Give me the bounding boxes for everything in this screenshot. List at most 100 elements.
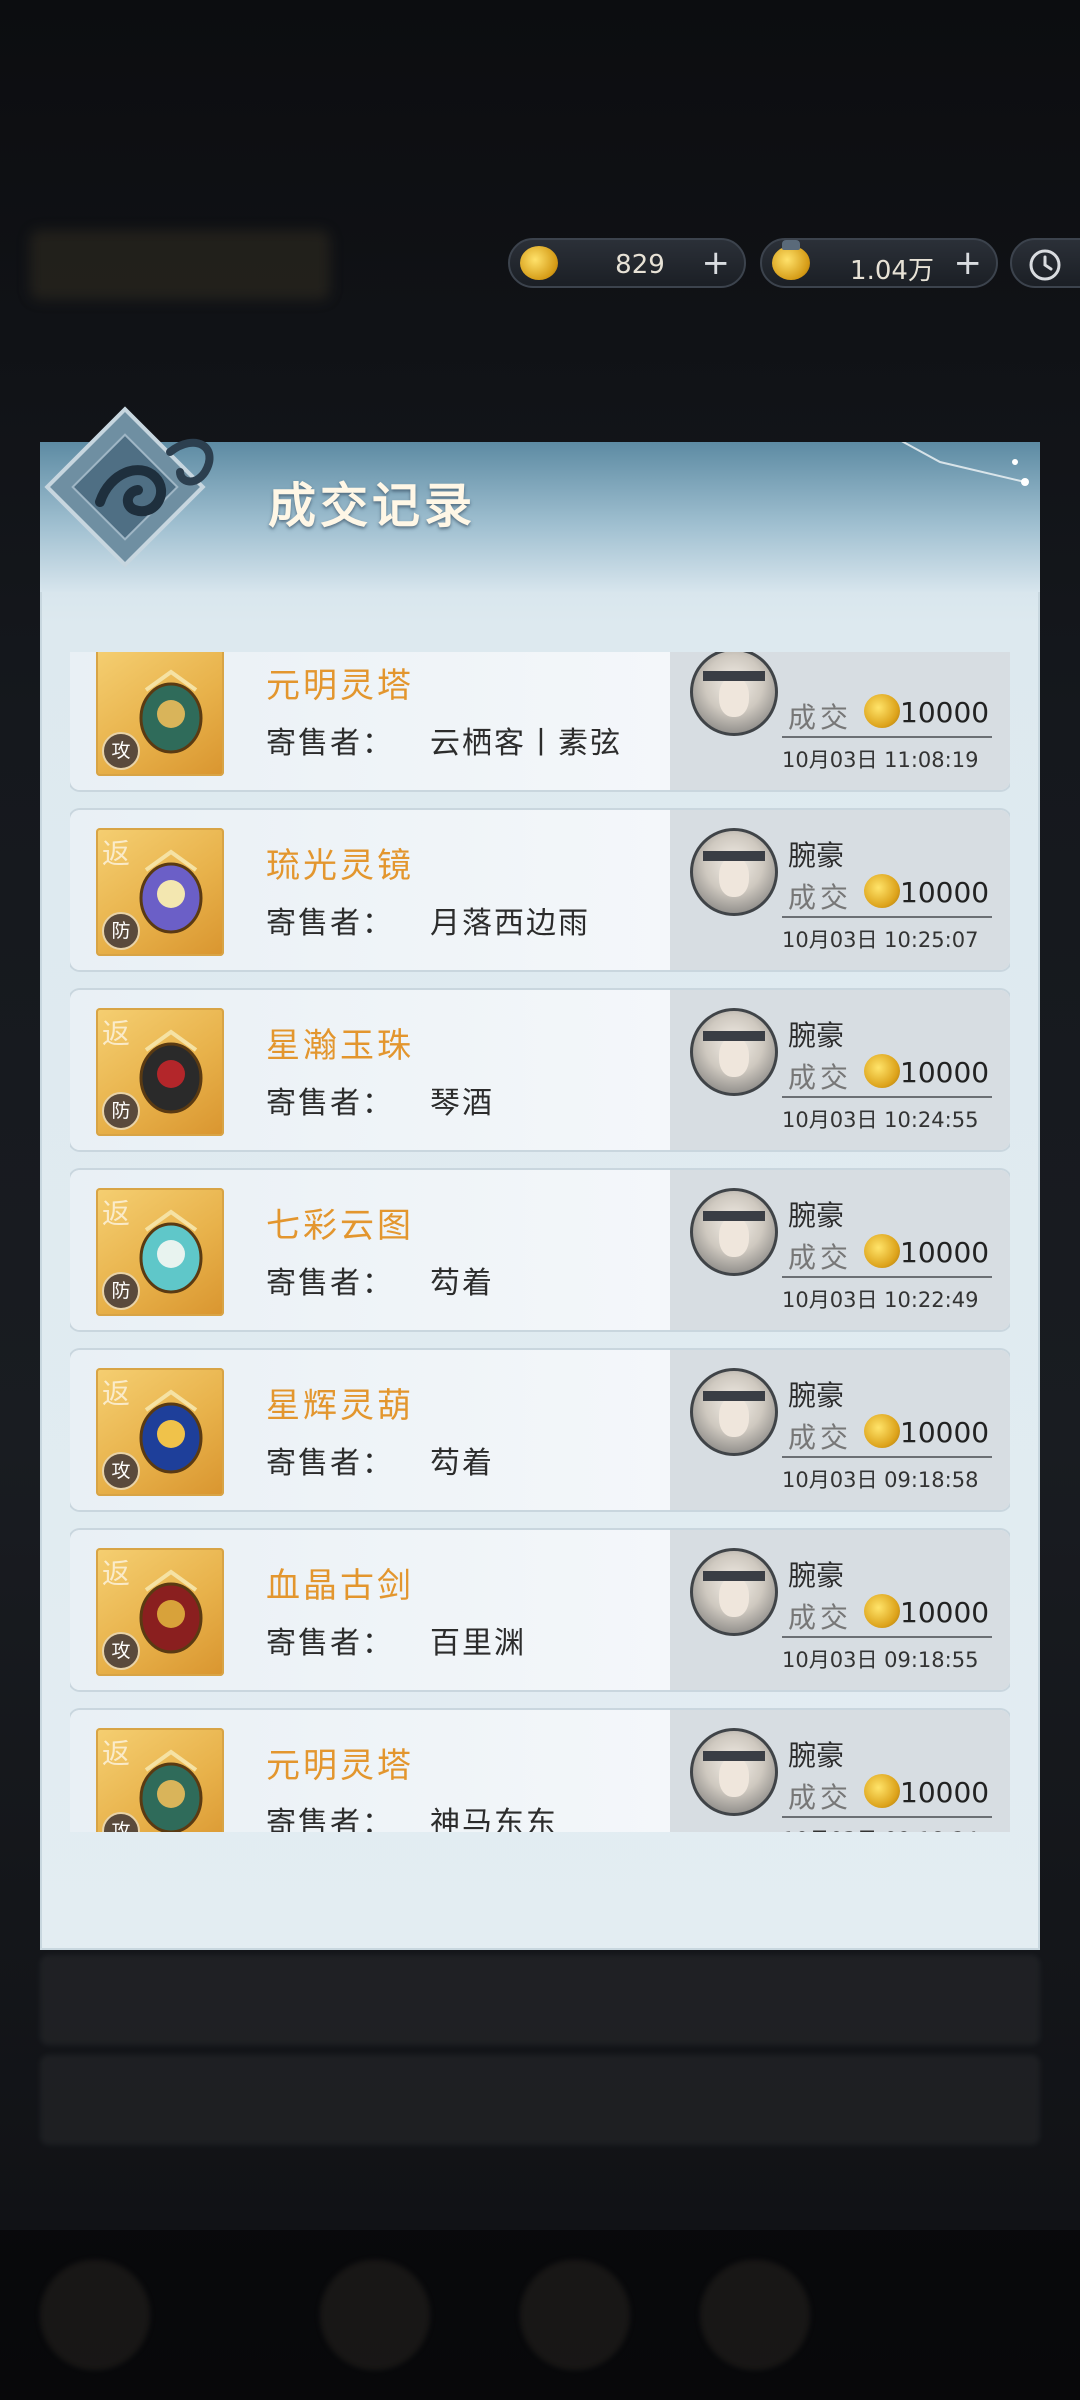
ingot-bag-value: 1.04万 — [850, 256, 934, 286]
background-shop-title — [30, 230, 330, 300]
add-gold-ingot-button[interactable]: + — [702, 244, 731, 282]
buyer-panel: 腕豪 成交 10000 10月03日 09:18:55 — [670, 1530, 1010, 1690]
avatar-face — [719, 1577, 749, 1617]
background-back-icon — [40, 2260, 150, 2370]
clock-icon — [1029, 249, 1061, 281]
history-clock-button[interactable] — [1010, 238, 1080, 288]
item-icon[interactable]: 返 攻 — [96, 1548, 224, 1676]
buyer-name: 腕豪 — [788, 1559, 845, 1592]
return-stamp: 返 — [102, 1557, 131, 1590]
divider — [782, 916, 992, 918]
item-icon[interactable]: 返 攻 — [96, 1368, 224, 1496]
seller-label: 寄售者： — [266, 726, 394, 761]
deal-price: 10000 — [900, 1416, 990, 1449]
record-card[interactable]: 返 攻 元明灵塔 寄售者： 神马东东 腕豪 成交 10000 10月03日 09… — [70, 1710, 1010, 1832]
buyer-avatar[interactable] — [690, 1548, 778, 1636]
dialog-header: 成交记录 — [40, 406, 1040, 592]
background-nav-icon — [320, 2260, 430, 2370]
avatar-headband — [703, 1031, 765, 1041]
item-type-badge: 防 — [102, 912, 140, 950]
buyer-panel: 腕豪 成交 10000 10月03日 10:22:49 — [670, 1170, 1010, 1330]
buyer-panel: 腕豪 成交 10000 10月03日 09:18:58 — [670, 1350, 1010, 1510]
background-nav-icon — [700, 2260, 810, 2370]
return-stamp: 返 — [102, 1017, 131, 1050]
item-type-badge: 防 — [102, 1272, 140, 1310]
deal-time: 10月03日 09:18:58 — [782, 1468, 979, 1492]
gold-ingot-icon — [864, 1054, 900, 1088]
add-ingot-bag-button[interactable]: + — [954, 244, 983, 282]
gold-ingot-counter: 829 + — [508, 238, 746, 288]
buyer-panel: 腕豪 成交 10000 10月03日 10:24:55 — [670, 990, 1010, 1150]
avatar-face — [719, 1397, 749, 1437]
buyer-avatar[interactable] — [690, 828, 778, 916]
record-card[interactable]: 攻 元明灵塔 寄售者： 云栖客丨素弦 成交 10000 10月03日 11:08… — [70, 652, 1010, 790]
item-icon[interactable]: 返 攻 — [96, 1728, 224, 1832]
gold-ingot-icon — [864, 1234, 900, 1268]
seller-name: 月落西边雨 — [430, 906, 590, 941]
seller-label: 寄售者： — [266, 1806, 394, 1832]
buyer-avatar[interactable] — [690, 1008, 778, 1096]
deal-price: 10000 — [900, 696, 990, 729]
item-name: 星瀚玉珠 — [266, 1026, 414, 1066]
item-icon[interactable]: 返 防 — [96, 1188, 224, 1316]
deal-time: 10月03日 10:24:55 — [782, 1108, 979, 1132]
item-icon[interactable]: 返 防 — [96, 828, 224, 956]
return-stamp: 返 — [102, 1197, 131, 1230]
item-icon[interactable]: 攻 — [96, 652, 224, 776]
seller-name: 云栖客丨素弦 — [430, 726, 622, 761]
divider — [782, 1096, 992, 1098]
divider — [782, 1636, 992, 1638]
item-type-badge: 防 — [102, 1092, 140, 1130]
divider — [782, 736, 992, 738]
item-name: 元明灵塔 — [266, 1746, 414, 1786]
item-name: 琉光灵镜 — [266, 846, 414, 886]
item-type-badge: 攻 — [102, 732, 140, 770]
deal-price: 10000 — [900, 1776, 990, 1809]
buyer-avatar[interactable] — [690, 652, 778, 736]
buyer-avatar[interactable] — [690, 1368, 778, 1456]
deal-time: 10月03日 10:22:49 — [782, 1288, 979, 1312]
deal-label: 成交 — [788, 1241, 853, 1274]
background-nav-icon — [520, 2260, 630, 2370]
seller-label: 寄售者： — [266, 1266, 394, 1301]
seller-label: 寄售者： — [266, 906, 394, 941]
avatar-headband — [703, 671, 765, 681]
record-card[interactable]: 返 防 星瀚玉珠 寄售者： 琴酒 腕豪 成交 10000 10月03日 10:2… — [70, 990, 1010, 1150]
avatar-face — [719, 677, 749, 717]
avatar-face — [719, 857, 749, 897]
deal-label: 成交 — [788, 701, 853, 734]
avatar-face — [719, 1757, 749, 1797]
buyer-avatar[interactable] — [690, 1188, 778, 1276]
record-card[interactable]: 返 攻 星辉灵葫 寄售者： 芶着 腕豪 成交 10000 10月03日 09:1… — [70, 1350, 1010, 1510]
avatar-headband — [703, 1211, 765, 1221]
record-card[interactable]: 返 防 七彩云图 寄售者： 芶着 腕豪 成交 10000 10月03日 10:2… — [70, 1170, 1010, 1330]
record-list[interactable]: 攻 元明灵塔 寄售者： 云栖客丨素弦 成交 10000 10月03日 11:08… — [70, 652, 1010, 1832]
divider — [782, 1276, 992, 1278]
seller-name: 百里渊 — [430, 1626, 526, 1661]
deal-time: 10月03日 11:08:19 — [782, 748, 979, 772]
buyer-name: 腕豪 — [788, 1199, 845, 1232]
deal-label: 成交 — [788, 881, 853, 914]
avatar-headband — [703, 851, 765, 861]
buyer-name: 腕豪 — [788, 1019, 845, 1052]
item-icon[interactable]: 返 防 — [96, 1008, 224, 1136]
seller-name: 琴酒 — [430, 1086, 494, 1121]
deal-label: 成交 — [788, 1781, 853, 1814]
dragon-emblem-icon — [44, 406, 214, 568]
buyer-panel: 腕豪 成交 10000 10月03日 09:18:24 — [670, 1710, 1010, 1832]
avatar-headband — [703, 1571, 765, 1581]
buyer-avatar[interactable] — [690, 1728, 778, 1816]
record-card[interactable]: 返 攻 血晶古剑 寄售者： 百里渊 腕豪 成交 10000 10月03日 09:… — [70, 1530, 1010, 1690]
item-name: 血晶古剑 — [266, 1566, 414, 1606]
deal-time: 10月03日 09:18:55 — [782, 1648, 979, 1672]
avatar-headband — [703, 1751, 765, 1761]
gold-ingot-icon — [864, 874, 900, 908]
deal-price: 10000 — [900, 1056, 990, 1089]
divider — [782, 1816, 992, 1818]
record-card[interactable]: 返 防 琉光灵镜 寄售者： 月落西边雨 腕豪 成交 10000 10月03日 1… — [70, 810, 1010, 970]
seller-name: 芶着 — [430, 1266, 494, 1301]
item-name: 七彩云图 — [266, 1206, 414, 1246]
dialog-title: 成交记录 — [268, 478, 477, 534]
buyer-panel: 腕豪 成交 10000 10月03日 10:25:07 — [670, 810, 1010, 970]
gold-ingot-icon — [864, 1414, 900, 1448]
